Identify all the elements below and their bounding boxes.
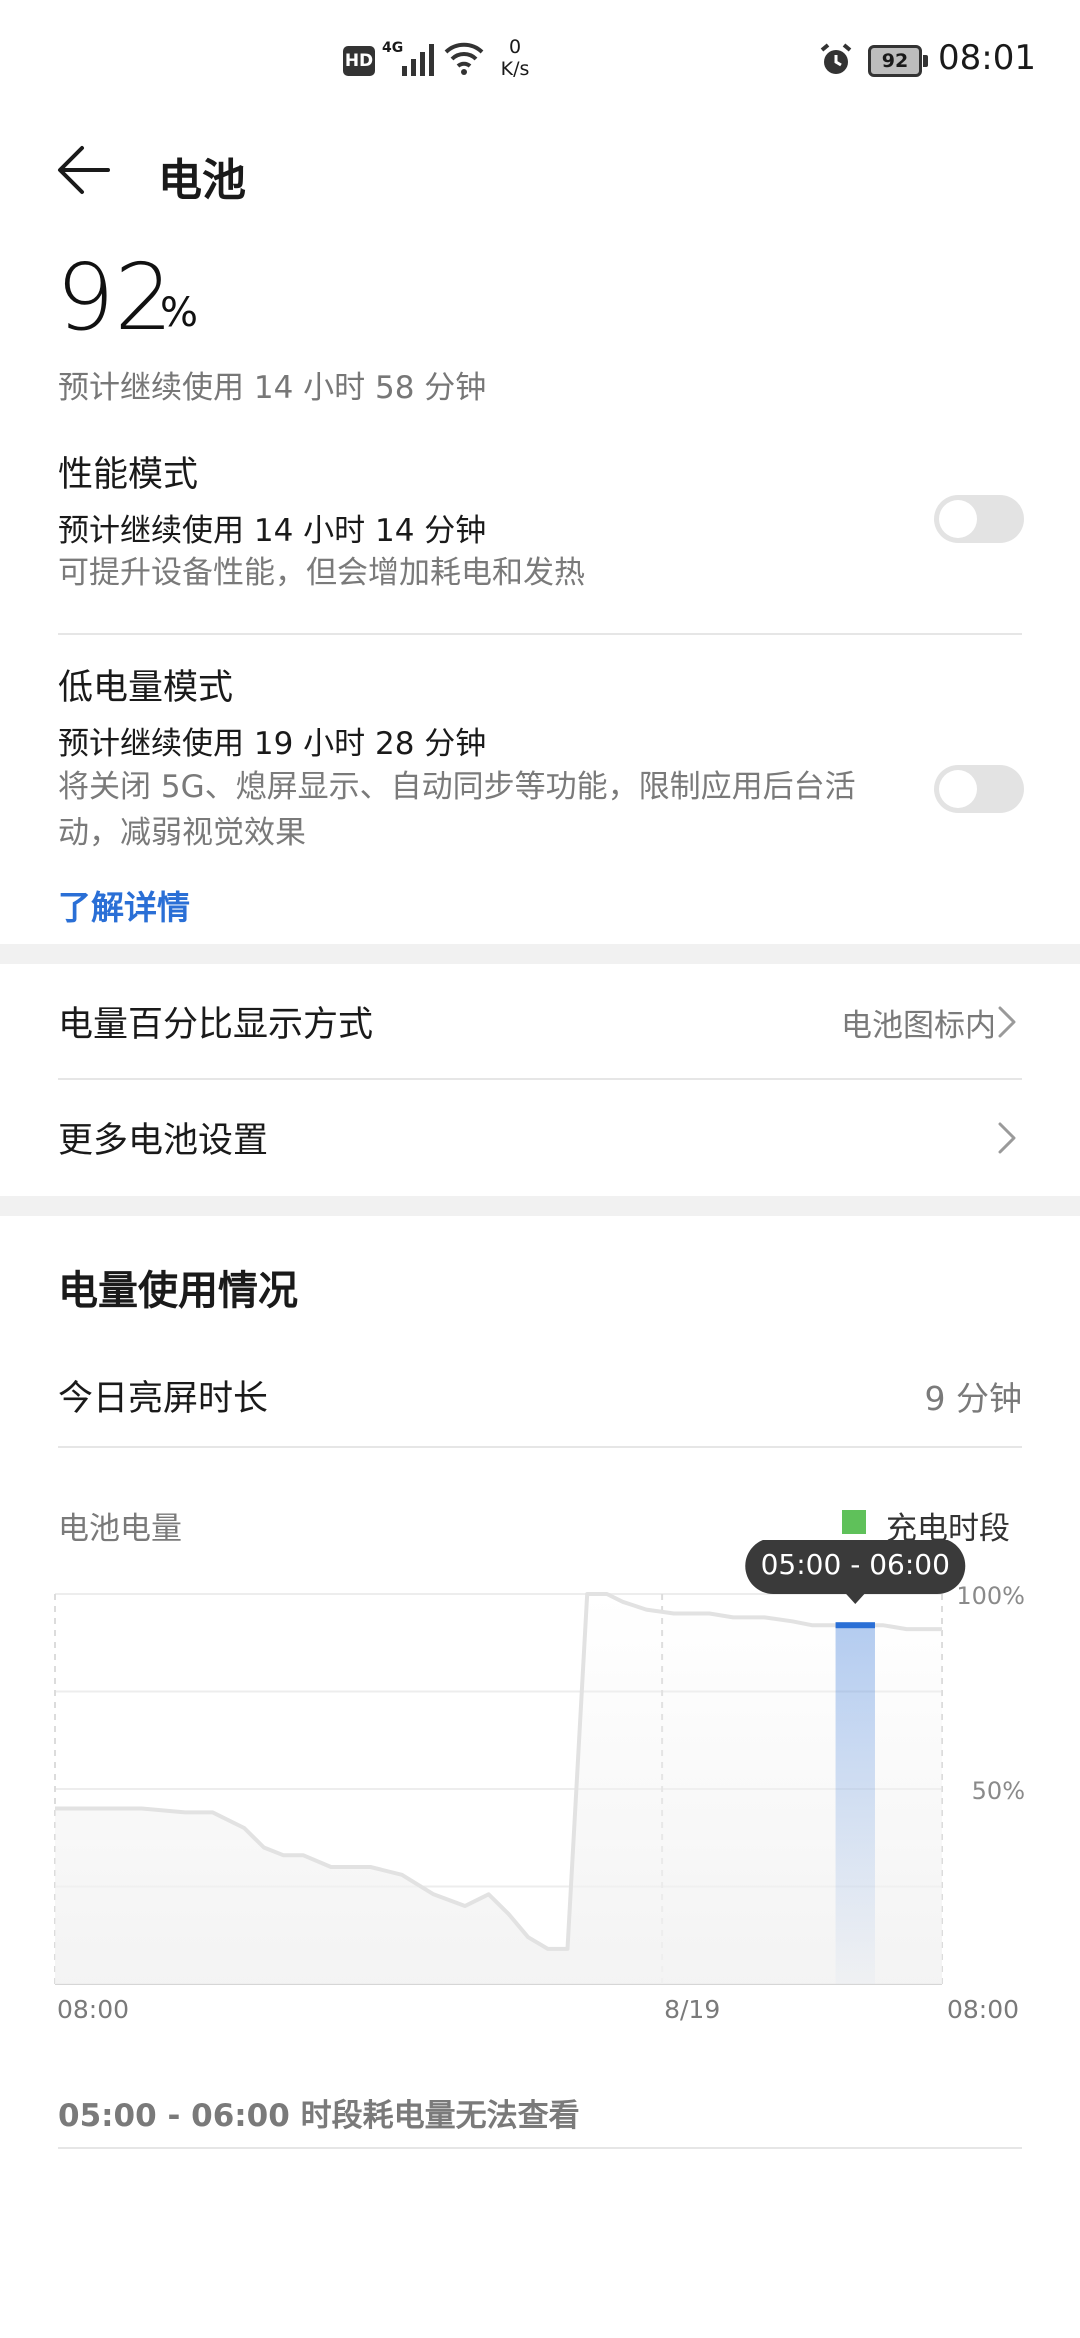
chevron-right-icon	[998, 1122, 1016, 1154]
x-tick-label: 8/19	[664, 1995, 720, 2024]
network-speed: 0 K/s	[495, 36, 535, 80]
performance-mode-toggle[interactable]	[934, 495, 1024, 543]
page-title: 电池	[158, 155, 246, 206]
percentage-display-row[interactable]: 电量百分比显示方式 电池图标内	[0, 964, 1080, 1080]
low-power-mode-remaining: 预计继续使用 19 小时 28 分钟	[58, 726, 487, 762]
low-power-mode-title: 低电量模式	[58, 668, 234, 708]
percentage-display-value: 电池图标内	[841, 1008, 996, 1044]
network-speed-value: 0	[508, 36, 522, 58]
more-battery-settings-label: 更多电池设置	[58, 1121, 269, 1161]
usage-footnote: 05:00 - 06:00 时段耗电量无法查看	[58, 2098, 580, 2134]
divider	[58, 1446, 1022, 1448]
learn-more-link[interactable]: 了解详情	[58, 881, 190, 929]
chevron-right-icon	[998, 1006, 1016, 1038]
section-separator	[0, 944, 1080, 964]
battery-level-text: 92	[868, 45, 922, 77]
divider	[58, 633, 1022, 635]
battery-remaining-time: 预计继续使用 14 小时 58 分钟	[58, 370, 487, 406]
battery-level-chart[interactable]: 05:00 - 06:00100% 50% 08:00 8/19 08:00	[0, 1540, 1080, 2040]
section-separator	[0, 1196, 1080, 1216]
selected-hour-marker	[835, 1622, 875, 1629]
performance-mode-remaining: 预计继续使用 14 小时 14 分钟	[58, 513, 487, 549]
battery-percent-unit: %	[160, 290, 199, 336]
more-battery-settings-row[interactable]: 更多电池设置	[0, 1080, 1080, 1196]
toggle-knob	[939, 500, 977, 538]
status-bar: HD 4G 0 K/s 92 08:01	[0, 0, 1080, 120]
x-tick-label: 08:00	[947, 1995, 1019, 2024]
y-tick-label: 50%	[972, 1777, 1025, 1805]
hd-voice-icon: HD	[343, 46, 375, 76]
legend-charging-swatch	[842, 1510, 866, 1534]
battery-status-icon: 92	[868, 45, 928, 77]
signal-strength-icon	[402, 44, 434, 76]
toggle-knob	[939, 770, 977, 808]
network-speed-unit: K/s	[500, 58, 530, 80]
screen-on-time-value: 9 分钟	[924, 1379, 1023, 1418]
battery-percent-value: 92	[56, 244, 174, 351]
divider	[58, 2147, 1022, 2149]
status-clock: 08:01	[938, 38, 1036, 78]
back-arrow-icon[interactable]	[52, 138, 116, 202]
low-power-mode-description: 将关闭 5G、熄屏显示、自动同步等功能，限制应用后台活动，减弱视觉效果	[58, 769, 856, 851]
alarm-icon	[820, 43, 852, 74]
wifi-icon	[444, 42, 484, 75]
usage-section-title: 电量使用情况	[58, 1268, 298, 1314]
percentage-display-label: 电量百分比显示方式	[58, 1005, 374, 1045]
tooltip-pointer	[845, 1593, 866, 1604]
x-tick-label: 08:00	[57, 1995, 129, 2024]
performance-mode-description: 可提升设备性能，但会增加耗电和发热	[58, 555, 585, 591]
app-bar: 电池	[0, 120, 1080, 220]
y-tick-label: 100%	[956, 1582, 1025, 1610]
tooltip-text: 05:00 - 06:00	[761, 1548, 950, 1581]
low-power-mode-toggle[interactable]	[934, 765, 1024, 813]
selected-hour-bar	[835, 1625, 875, 1984]
performance-mode-title: 性能模式	[58, 455, 199, 495]
screen-on-time-label: 今日亮屏时长	[58, 1379, 269, 1419]
